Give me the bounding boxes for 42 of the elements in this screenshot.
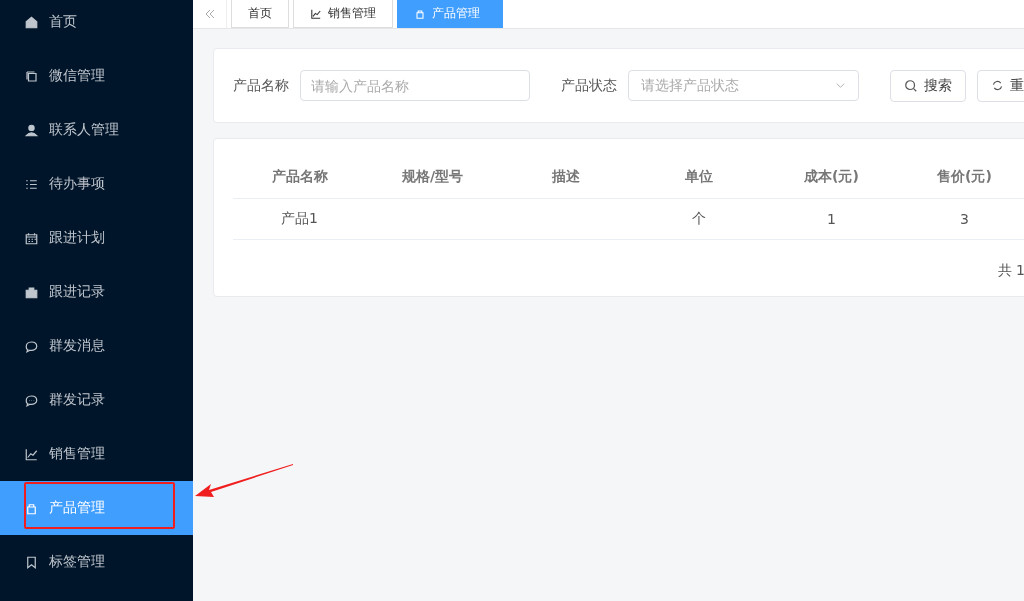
sidebar-item[interactable]: 跟进记录 — [0, 265, 193, 319]
sidebar-item[interactable]: 群发记录 — [0, 373, 193, 427]
column-header: 规格/型号 — [400, 167, 465, 186]
menu-item-icon — [24, 284, 39, 300]
field-label: 产品状态 — [561, 76, 617, 95]
tab-icon — [414, 7, 426, 20]
sidebar-item[interactable]: 联系人管理 — [0, 103, 193, 157]
sidebar-item[interactable]: 销售管理 — [0, 427, 193, 481]
refresh-icon — [991, 79, 1004, 92]
field-label: 产品名称 — [233, 76, 289, 95]
search-button[interactable]: 搜索 — [890, 69, 966, 102]
menu-item-icon — [24, 392, 39, 408]
menu-item-icon — [24, 230, 39, 246]
column-header: 成本(元) — [803, 167, 860, 186]
table-cell-text: 1 — [826, 210, 837, 229]
sidebar-item[interactable]: 微信管理 — [0, 49, 193, 103]
sidebar-item[interactable]: 标签管理 — [0, 535, 193, 589]
column-header: 单位 — [683, 167, 714, 186]
sidebar-item[interactable]: 跟进计划 — [0, 211, 193, 265]
table-cell-text: 产品1 — [280, 209, 319, 228]
menu-item-icon — [24, 446, 39, 462]
menu-item-icon — [24, 122, 39, 138]
sidebar-item[interactable]: 首页 — [0, 0, 193, 49]
reset-button[interactable]: 重 — [977, 69, 1024, 102]
page-tab[interactable]: 销售管理 — [293, 0, 393, 28]
menu-item-icon — [24, 68, 39, 84]
menu-item-icon — [24, 554, 39, 570]
tab-icon — [310, 7, 322, 20]
menu-item-icon — [24, 338, 39, 354]
chevron-down-icon — [835, 80, 846, 91]
column-header: 售价(元) — [936, 167, 993, 186]
search-icon — [904, 78, 918, 93]
table-cell-text: 个 — [690, 209, 707, 228]
menu-item-icon — [24, 14, 39, 30]
sidebar-item[interactable]: 待办事项 — [0, 157, 193, 211]
input-field[interactable]: 请输入产品名称 — [300, 70, 530, 101]
sidebar-item[interactable]: 群发消息 — [0, 319, 193, 373]
page-tab[interactable]: 首页 — [231, 0, 289, 28]
total-count: 共 1 — [997, 262, 1024, 280]
column-header: 产品名称 — [270, 167, 329, 186]
column-header: 描述 — [550, 167, 581, 186]
table-cell-text: 3 — [959, 210, 970, 229]
